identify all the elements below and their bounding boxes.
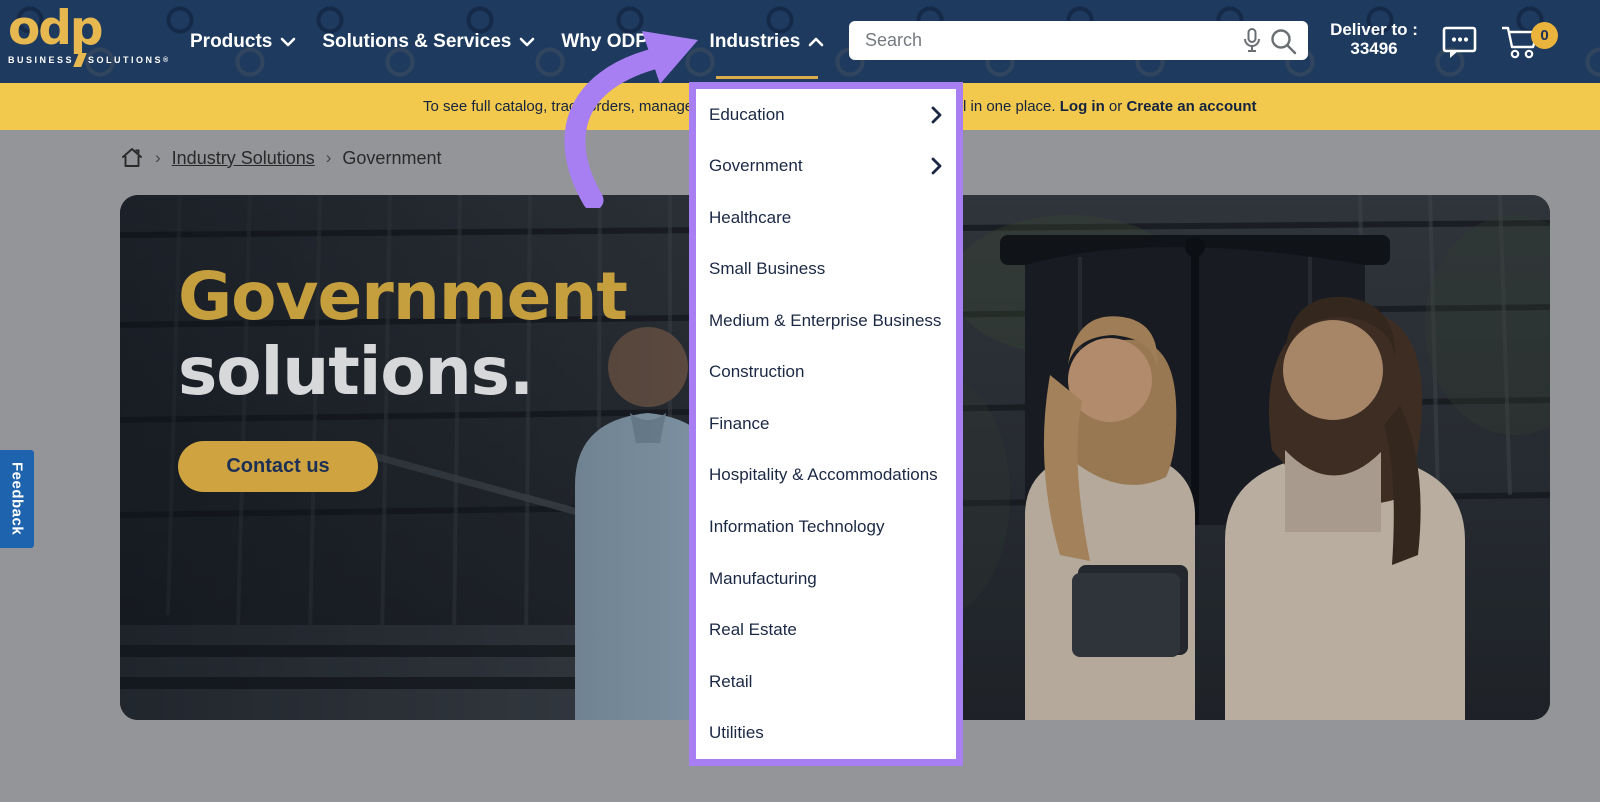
nav-item-products[interactable]: Products [190, 0, 296, 83]
hero-title: Government solutions. [178, 259, 627, 409]
logo-sub-left: BUSINESS [8, 55, 74, 65]
create-account-link[interactable]: Create an account [1126, 98, 1256, 115]
nav-item-solutions-services[interactable]: Solutions & Services [322, 0, 535, 83]
menu-item-label: Education [709, 105, 931, 125]
menu-item-small-business[interactable]: Small Business [696, 244, 956, 296]
chevron-up-icon [808, 37, 824, 47]
banner-or-text: or [1109, 98, 1122, 115]
cart-button[interactable]: 0 [1500, 22, 1558, 62]
nav-item-industries[interactable]: Industries [710, 0, 825, 83]
search-input[interactable] [865, 30, 1242, 51]
odp-logo-subtitle: BUSINESS SOLUTIONS ® [8, 53, 178, 67]
breadcrumb-industry-solutions[interactable]: Industry Solutions [172, 148, 315, 169]
cart-count-badge: 0 [1531, 22, 1558, 49]
menu-item-label: Utilities [709, 723, 942, 743]
deliver-to-zip: 33496 [1318, 39, 1430, 58]
menu-item-utilities[interactable]: Utilities [696, 707, 956, 759]
logo-sub-right: SOLUTIONS [88, 55, 163, 65]
hero-title-line2: solutions. [178, 334, 627, 409]
menu-item-label: Government [709, 156, 931, 176]
menu-item-label: Finance [709, 414, 942, 434]
chat-icon [1441, 25, 1479, 61]
banner-text-left: To see full catalog, track orders, manag… [423, 83, 693, 130]
menu-item-label: Healthcare [709, 208, 942, 228]
chat-button[interactable] [1441, 25, 1479, 59]
top-nav-bar: odp BUSINESS SOLUTIONS ® Products Soluti… [0, 0, 1600, 83]
chevron-right-icon [931, 106, 942, 124]
menu-item-label: Small Business [709, 259, 942, 279]
breadcrumb: › Industry Solutions › Government [120, 146, 441, 170]
search-bar [849, 21, 1308, 60]
menu-item-information-technology[interactable]: Information Technology [696, 501, 956, 553]
menu-item-label: Real Estate [709, 620, 942, 640]
menu-item-retail[interactable]: Retail [696, 656, 956, 708]
deliver-to-selector[interactable]: Deliver to : 33496 [1318, 20, 1430, 58]
odp-logo-text: odp [8, 6, 178, 52]
menu-item-finance[interactable]: Finance [696, 398, 956, 450]
menu-item-government[interactable]: Government [696, 141, 956, 193]
log-in-link[interactable]: Log in [1060, 98, 1105, 115]
menu-item-label: Medium & Enterprise Business [709, 311, 942, 331]
menu-item-manufacturing[interactable]: Manufacturing [696, 553, 956, 605]
contact-us-button[interactable]: Contact us [178, 441, 378, 492]
menu-item-education[interactable]: Education [696, 89, 956, 141]
menu-item-medium-enterprise-business[interactable]: Medium & Enterprise Business [696, 295, 956, 347]
logo-registered-mark: ® [163, 57, 168, 64]
menu-item-label: Retail [709, 672, 942, 692]
menu-item-real-estate[interactable]: Real Estate [696, 604, 956, 656]
menu-item-label: Construction [709, 362, 942, 382]
deliver-to-label: Deliver to : [1318, 20, 1430, 39]
chevron-down-icon [519, 37, 535, 47]
menu-item-label: Hospitality & Accommodations [709, 465, 942, 485]
nav-item-why-odp[interactable]: Why ODP? [561, 0, 683, 83]
search-icon[interactable] [1268, 26, 1298, 56]
breadcrumb-separator: › [326, 148, 332, 168]
banner-text-right: l in one place. Log in or Create an acco… [963, 83, 1256, 130]
hero-title-line1: Government [178, 259, 627, 334]
nav-label: Why ODP? [561, 31, 659, 53]
menu-item-healthcare[interactable]: Healthcare [696, 192, 956, 244]
menu-item-label: Information Technology [709, 517, 942, 537]
banner-text-fragment: l in one place. [963, 98, 1056, 115]
industries-menu: Education Government Healthcare Small Busin… [689, 82, 963, 766]
nav-label: Solutions & Services [322, 31, 511, 53]
breadcrumb-government: Government [342, 148, 441, 169]
nav-label: Industries [710, 31, 801, 53]
breadcrumb-separator: › [155, 148, 161, 168]
chevron-right-icon [931, 157, 942, 175]
primary-nav: Products Solutions & Services Why ODP? I… [190, 0, 824, 83]
chevron-down-icon [668, 37, 684, 47]
menu-item-construction[interactable]: Construction [696, 347, 956, 399]
feedback-tab[interactable]: Feedback [0, 450, 34, 548]
home-icon[interactable] [120, 146, 144, 170]
nav-label: Products [190, 31, 272, 53]
odp-logo[interactable]: odp BUSINESS SOLUTIONS ® [8, 6, 178, 76]
microphone-icon[interactable] [1242, 27, 1262, 55]
chevron-down-icon [280, 37, 296, 47]
menu-item-hospitality-accommodations[interactable]: Hospitality & Accommodations [696, 450, 956, 502]
menu-item-label: Manufacturing [709, 569, 942, 589]
